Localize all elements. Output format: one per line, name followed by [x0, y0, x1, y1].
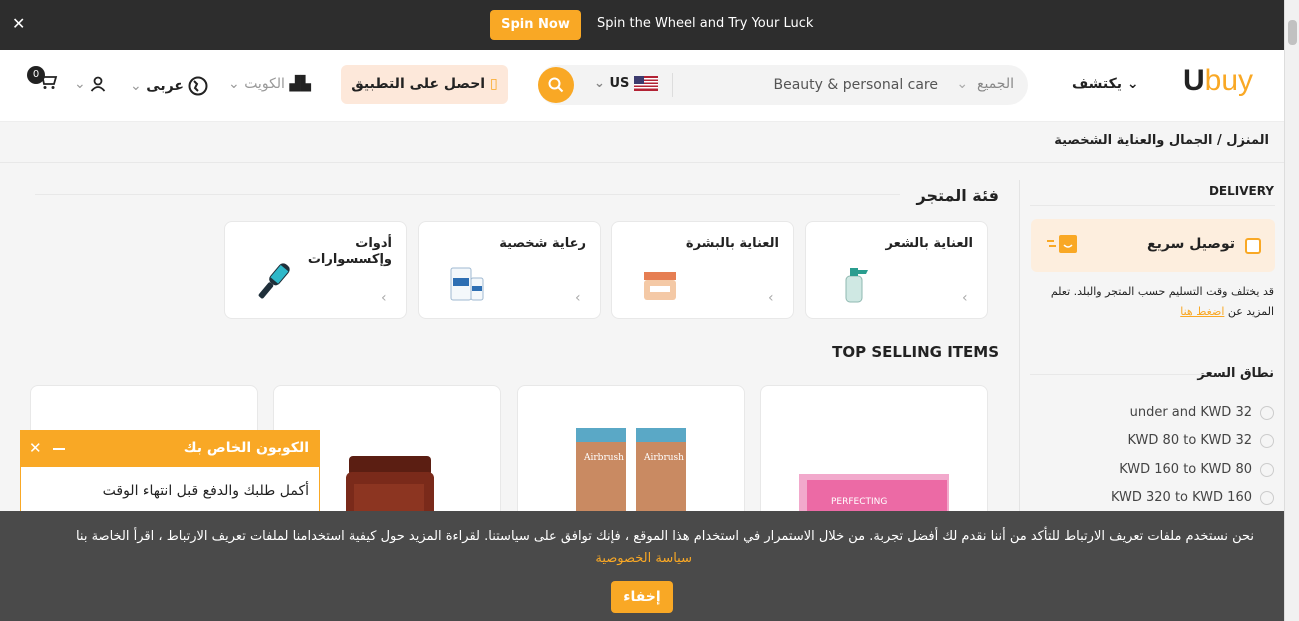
- search-button[interactable]: [538, 67, 574, 103]
- cookie-message: نحن نستخدم ملفات تعريف الارتباط للتأكد م…: [75, 529, 1254, 544]
- search-icon: [548, 77, 564, 93]
- coupon-header: الكوبون الخاص بك ✕: [21, 431, 319, 467]
- fast-delivery-filter[interactable]: توصيل سريع: [1031, 219, 1275, 272]
- cart-count-badge: 0: [27, 66, 45, 84]
- promo-bar: ✕ Spin Now Spin the Wheel and Try Your L…: [0, 0, 1284, 50]
- learn-more-link[interactable]: اضغط هنا: [1180, 305, 1224, 318]
- radio-button[interactable]: [1260, 490, 1274, 505]
- location-select[interactable]: ⌄ الكويت ▟▙: [228, 76, 311, 92]
- category-name: العناية بالشعر: [885, 236, 973, 251]
- fast-delivery-label: توصيل سريع: [1147, 236, 1235, 252]
- us-flag-icon: [633, 76, 658, 91]
- search-bar: ⌄ الجميع ⌄ US: [538, 65, 1028, 105]
- promo-text: Spin the Wheel and Try Your Luck: [597, 16, 814, 31]
- delivery-note: قد يختلف وقت التسليم حسب المتجر والبلد. …: [1050, 285, 1274, 318]
- explore-menu[interactable]: يكتشف ⌄: [1072, 76, 1139, 92]
- chevron-down-icon: ⌄: [956, 76, 969, 92]
- divider: [672, 73, 673, 97]
- svg-text:Airbrush: Airbrush: [643, 453, 684, 463]
- chevron-down-icon: ⌄: [228, 76, 240, 92]
- radio-button[interactable]: [1260, 462, 1274, 477]
- price-range-heading: نطاق السعر: [1197, 366, 1274, 381]
- category-name: العناية بالبشرة: [685, 236, 779, 251]
- category-name: أدوات وإكسسوارات: [307, 236, 392, 267]
- lotion-bottles-icon: [450, 267, 484, 301]
- scrollbar-thumb[interactable]: [1288, 20, 1297, 45]
- spin-now-button[interactable]: Spin Now: [490, 10, 581, 40]
- fast-box-icon: [1047, 235, 1077, 253]
- hide-button[interactable]: إخفاء: [611, 581, 673, 613]
- coupon-message: أكمل طلبك والدفع قبل انتهاء الوقت: [102, 483, 309, 499]
- category-name: رعاية شخصية: [499, 236, 586, 251]
- delivery-heading: DELIVERY: [1208, 184, 1274, 198]
- phone-icon: ▯: [489, 76, 498, 92]
- category-card-tools-accessories[interactable]: أدوات وإكسسوارات ‹: [224, 221, 407, 319]
- minimize-icon[interactable]: [53, 448, 65, 450]
- close-icon[interactable]: ✕: [29, 439, 42, 457]
- coupon-widget: الكوبون الخاص بك ✕ أكمل طلبك والدفع قبل …: [20, 430, 320, 515]
- chevron-left-icon: ‹: [381, 290, 387, 306]
- header: Ubuy يكتشف ⌄ ⌄ الجميع ⌄ US احصل على التط…: [0, 50, 1284, 122]
- svg-text:PERFECTING: PERFECTING: [831, 497, 887, 507]
- divider: [0, 162, 1284, 163]
- category-card-hair-care[interactable]: العناية بالشعر ‹: [805, 221, 988, 319]
- globe-icon: [188, 76, 208, 96]
- chevron-left-icon: ‹: [575, 290, 581, 306]
- price-option[interactable]: under and KWD 32: [1130, 405, 1274, 420]
- hair-brush-icon: [258, 263, 290, 299]
- radio-button[interactable]: [1260, 405, 1274, 420]
- building-icon: ▟▙: [289, 76, 311, 92]
- search-input[interactable]: [688, 73, 938, 97]
- chevron-down-icon: ⌄: [1126, 76, 1139, 92]
- close-icon[interactable]: ✕: [12, 14, 25, 33]
- chevron-down-icon: ⌄: [594, 76, 605, 91]
- divider: [1030, 205, 1275, 206]
- language-select[interactable]: ⌄ عربى: [130, 76, 208, 96]
- price-option[interactable]: KWD 160 to KWD 80: [1119, 462, 1274, 477]
- category-card-personal-care[interactable]: رعاية شخصية ‹: [418, 221, 601, 319]
- chevron-left-icon: ‹: [962, 290, 968, 306]
- scrollbar[interactable]: [1284, 0, 1299, 621]
- privacy-policy-link[interactable]: سياسة الخصوصية: [595, 551, 692, 566]
- price-option[interactable]: KWD 80 to KWD 32: [1127, 433, 1274, 448]
- search-category-select[interactable]: ⌄ الجميع: [956, 76, 1014, 92]
- top-selling-heading: TOP SELLING ITEMS: [832, 343, 999, 361]
- chevron-down-icon: ⌄: [130, 78, 142, 94]
- cookie-banner: نحن نستخدم ملفات تعريف الارتباط للتأكد م…: [0, 511, 1284, 621]
- fast-delivery-checkbox[interactable]: [1245, 238, 1261, 254]
- account-menu[interactable]: ⌄: [74, 76, 106, 92]
- chevron-down-icon: ⌄: [74, 76, 86, 92]
- get-app-button[interactable]: احصل على التطبيق ▯: [341, 65, 508, 104]
- radio-button[interactable]: [1260, 433, 1274, 448]
- chevron-left-icon: ‹: [768, 290, 774, 306]
- cream-jar-icon: [644, 272, 676, 300]
- divider: [35, 194, 900, 195]
- logo[interactable]: Ubuy: [1183, 64, 1259, 108]
- divider: [1030, 374, 1205, 375]
- country-select[interactable]: ⌄ US: [594, 76, 658, 91]
- coupon-title: الكوبون الخاص بك: [183, 440, 309, 456]
- breadcrumb[interactable]: المنزل / الجمال والعناية الشخصية: [1054, 133, 1269, 148]
- price-option[interactable]: KWD 320 to KWD 160: [1111, 490, 1274, 505]
- svg-text:Airbrush: Airbrush: [583, 453, 624, 463]
- category-card-skin-care[interactable]: العناية بالبشرة ‹: [611, 221, 794, 319]
- store-category-heading: فئة المتجر: [916, 186, 999, 205]
- spray-bottle-icon: [845, 268, 868, 303]
- user-icon: [90, 76, 106, 92]
